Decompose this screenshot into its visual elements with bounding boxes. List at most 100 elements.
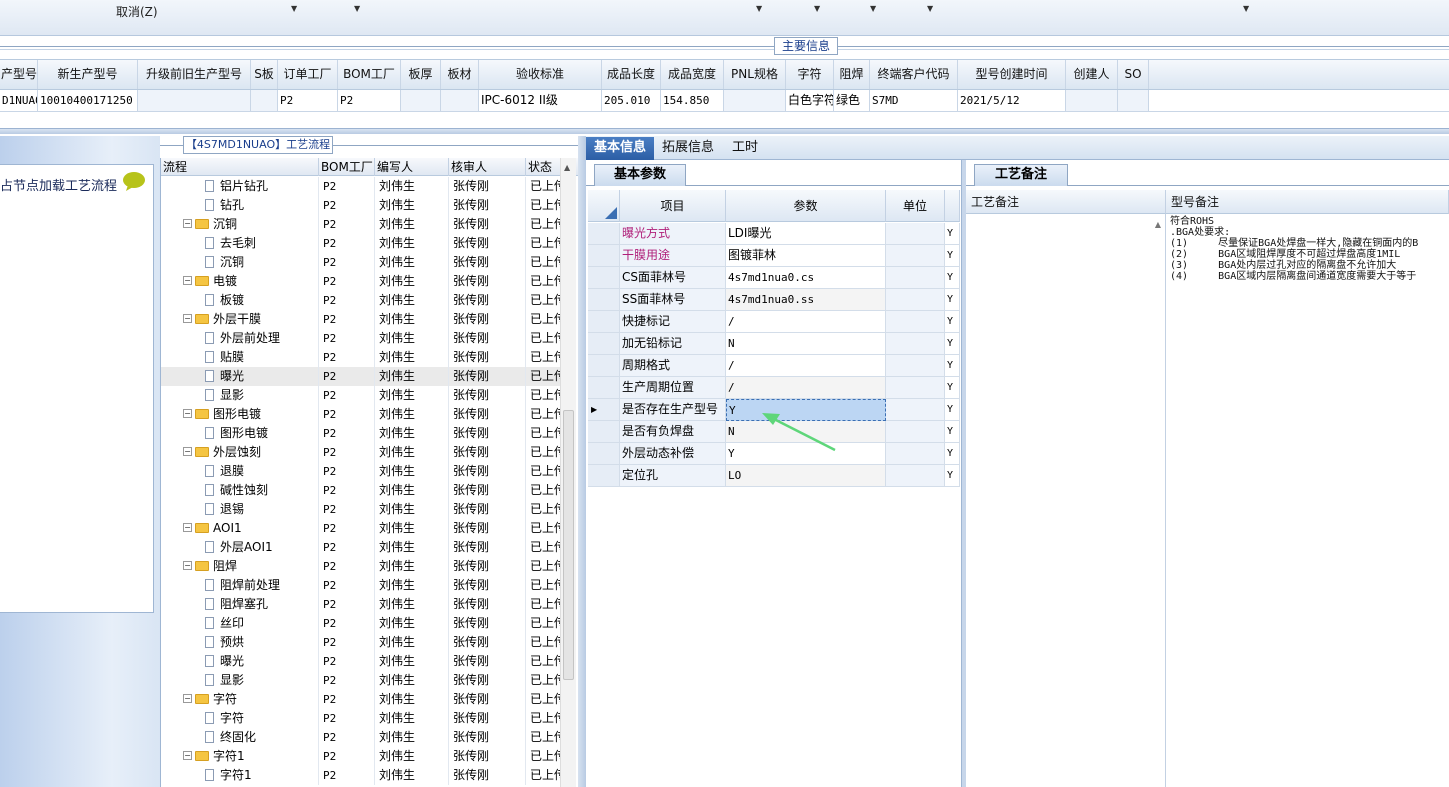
collapse-icon[interactable]: − [183, 409, 192, 418]
flow-node[interactable]: − 外层蚀刻 [161, 443, 319, 462]
horizontal-splitter[interactable] [0, 112, 1449, 136]
flow-tree-row[interactable]: 预烘 P2 刘伟生 张传刚 已上传 [161, 633, 563, 652]
param-row[interactable]: 定位孔 LO Y [588, 465, 960, 487]
flow-node[interactable]: 字符1 [161, 766, 319, 785]
flow-tree-row[interactable]: 贴膜 P2 刘伟生 张传刚 已上传 [161, 348, 563, 367]
flow-node[interactable]: − 外层干膜 [161, 310, 319, 329]
main-info-data-cell[interactable] [1118, 90, 1149, 111]
flow-node[interactable]: − 字符 [161, 690, 319, 709]
collapse-icon[interactable]: − [183, 751, 192, 760]
main-info-data-cell[interactable] [251, 90, 278, 111]
flow-node[interactable]: 贴膜 [161, 348, 319, 367]
flow-node[interactable]: 终固化 [161, 728, 319, 747]
param-flag[interactable]: Y [945, 267, 960, 289]
param-unit[interactable] [886, 333, 945, 355]
param-row[interactable]: 曝光方式 LDI曝光 Y [588, 223, 960, 245]
flow-tree-row[interactable]: 字符1 P2 刘伟生 张传刚 已上传 [161, 766, 563, 785]
flow-tree-row[interactable]: 去毛刺 P2 刘伟生 张传刚 已上传 [161, 234, 563, 253]
param-value[interactable]: 4s7md1nua0.ss [726, 289, 886, 311]
main-info-data-cell[interactable] [441, 90, 479, 111]
flow-tree-row[interactable]: 外层前处理 P2 刘伟生 张传刚 已上传 [161, 329, 563, 348]
main-info-header-cell[interactable]: 板材 [441, 60, 479, 89]
flow-tree-row[interactable]: 退膜 P2 刘伟生 张传刚 已上传 [161, 462, 563, 481]
main-info-data-cell[interactable]: S7MD [870, 90, 958, 111]
param-unit[interactable] [886, 465, 945, 487]
dropdown-arrow-icon[interactable]: ▼ [354, 4, 360, 13]
param-value[interactable]: Y [726, 399, 886, 421]
flow-tree-row[interactable]: − 外层蚀刻 P2 刘伟生 张传刚 已上传 [161, 443, 563, 462]
flow-tree-row[interactable]: 显影 P2 刘伟生 张传刚 已上传 [161, 671, 563, 690]
param-flag[interactable]: Y [945, 421, 960, 443]
flow-tree-row[interactable]: − 字符 P2 刘伟生 张传刚 已上传 [161, 690, 563, 709]
dropdown-arrow-icon[interactable]: ▼ [870, 4, 876, 13]
param-flag[interactable]: Y [945, 245, 960, 267]
main-info-header-cell[interactable]: 升级前旧生产型号 [138, 60, 251, 89]
flow-tree-row[interactable]: 丝印 P2 刘伟生 张传刚 已上传 [161, 614, 563, 633]
scroll-up-icon[interactable]: ▲ [564, 163, 570, 172]
flow-header-cell[interactable]: 核审人 [449, 158, 526, 176]
main-info-data-row[interactable]: D1NUAO 10010400171250 P2 P2 IPC-6012 II级 205.… [0, 90, 1449, 112]
main-info-header-cell[interactable]: 终端客户代码 [870, 60, 958, 89]
row-indicator[interactable] [588, 377, 620, 399]
param-unit[interactable] [886, 443, 945, 465]
flow-header-cell[interactable]: 编写人 [375, 158, 449, 176]
scroll-up-icon[interactable]: ▲ [1155, 220, 1161, 229]
param-row[interactable]: 是否有负焊盘 N Y [588, 421, 960, 443]
flow-node[interactable]: − 阻焊 [161, 557, 319, 576]
flow-header-cell[interactable]: 流程 [161, 158, 319, 176]
flow-node[interactable]: − 图形电镀 [161, 405, 319, 424]
collapse-icon[interactable]: − [183, 694, 192, 703]
param-flag[interactable]: Y [945, 311, 960, 333]
flow-tree-row[interactable]: 钻孔 P2 刘伟生 张传刚 已上传 [161, 196, 563, 215]
load-flow-label[interactable]: 占节点加载工艺流程 [0, 175, 117, 194]
flow-tree-row[interactable]: 阻焊前处理 P2 刘伟生 张传刚 已上传 [161, 576, 563, 595]
main-info-header-cell[interactable]: 新生产型号 [38, 60, 138, 89]
collapse-icon[interactable]: − [183, 447, 192, 456]
row-indicator[interactable]: ▶ [588, 399, 620, 421]
flow-node[interactable]: 外层AOI1 [161, 538, 319, 557]
param-unit[interactable] [886, 377, 945, 399]
row-indicator[interactable] [588, 355, 620, 377]
flow-node[interactable]: 字符 [161, 709, 319, 728]
row-indicator[interactable] [588, 223, 620, 245]
param-row[interactable]: 快捷标记 / Y [588, 311, 960, 333]
param-value[interactable]: LO [726, 465, 886, 487]
flow-tree-row[interactable]: − 外层干膜 P2 刘伟生 张传刚 已上传 [161, 310, 563, 329]
param-value[interactable]: / [726, 311, 886, 333]
param-value[interactable]: N [726, 421, 886, 443]
param-value[interactable]: N [726, 333, 886, 355]
main-info-data-cell[interactable]: 2021/5/12 [958, 90, 1066, 111]
row-indicator[interactable] [588, 289, 620, 311]
flow-tree-row[interactable]: 沉铜 P2 刘伟生 张传刚 已上传 [161, 253, 563, 272]
main-info-header-cell[interactable]: 成品长度 [602, 60, 661, 89]
row-indicator[interactable] [588, 267, 620, 289]
main-info-header-cell[interactable]: 成品宽度 [661, 60, 724, 89]
param-flag[interactable]: Y [945, 333, 960, 355]
row-indicator[interactable] [588, 333, 620, 355]
remarks-tab[interactable]: 工艺备注 [974, 164, 1068, 186]
param-row[interactable]: CS面菲林号 4s7md1nua0.cs Y [588, 267, 960, 289]
main-info-data-cell[interactable]: 154.850 [661, 90, 724, 111]
param-flag[interactable]: Y [945, 399, 960, 421]
param-header-cell[interactable]: 项目 [620, 190, 726, 222]
param-flag[interactable]: Y [945, 223, 960, 245]
main-info-header-cell[interactable]: 板厚 [401, 60, 441, 89]
flow-node[interactable]: 阻焊前处理 [161, 576, 319, 595]
main-info-data-cell[interactable]: D1NUAO [0, 90, 38, 111]
flow-node[interactable]: 退锡 [161, 500, 319, 519]
dropdown-arrow-icon[interactable]: ▼ [756, 4, 762, 13]
flow-node[interactable]: 外层前处理 [161, 329, 319, 348]
flow-tree-row[interactable]: − 字符1 P2 刘伟生 张传刚 已上传 [161, 747, 563, 766]
param-value[interactable]: 图镀菲林 [726, 245, 886, 267]
flow-node[interactable]: 曝光 [161, 652, 319, 671]
flow-node[interactable]: 碱性蚀刻 [161, 481, 319, 500]
flow-tree-row[interactable]: − 沉铜 P2 刘伟生 张传刚 已上传 [161, 215, 563, 234]
process-remark-cell[interactable]: ▲ [966, 214, 1166, 787]
dropdown-arrow-icon[interactable]: ▼ [814, 4, 820, 13]
flow-tree-row[interactable]: − 图形电镀 P2 刘伟生 张传刚 已上传 [161, 405, 563, 424]
main-info-data-cell[interactable] [138, 90, 251, 111]
main-info-data-cell[interactable]: 205.010 [602, 90, 661, 111]
flow-header-cell[interactable]: 状态 [526, 158, 563, 176]
flow-node[interactable]: 沉铜 [161, 253, 319, 272]
param-value[interactable]: LDI曝光 [726, 223, 886, 245]
